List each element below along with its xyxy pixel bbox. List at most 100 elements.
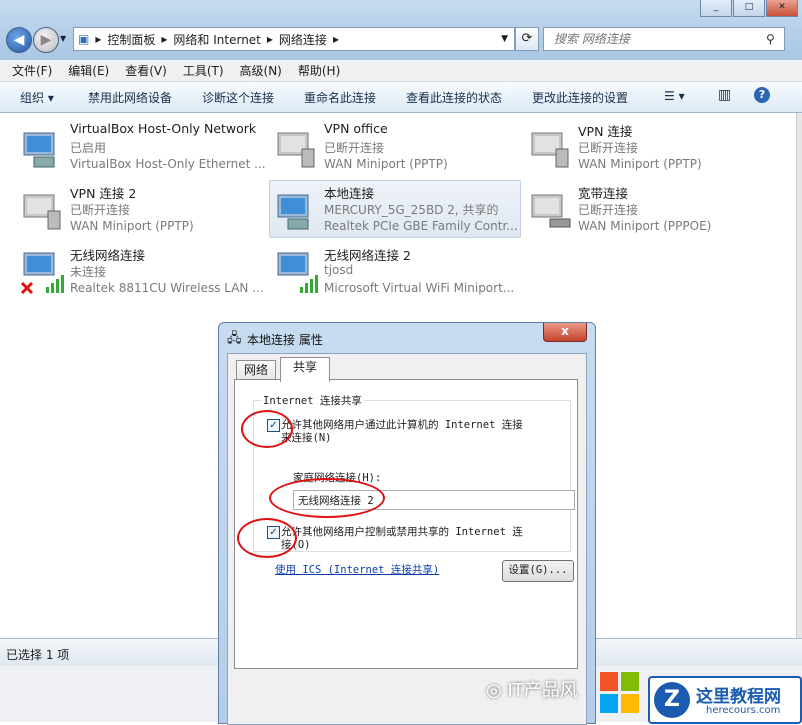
dialog-body: 网络 共享 Internet 连接共享 ✓ 允许其他网络用户通过此计算机的 In… bbox=[227, 353, 587, 725]
view-status-button[interactable]: 查看此连接的状态 bbox=[406, 89, 502, 106]
annotation-circle bbox=[241, 410, 293, 448]
breadcrumb-network-connections[interactable]: 网络连接 bbox=[279, 31, 327, 48]
group-title: Internet 连接共享 bbox=[261, 393, 364, 408]
minimize-button[interactable]: _ bbox=[700, 0, 732, 17]
connection-device: Microsoft Virtual WiFi Miniport... bbox=[324, 281, 515, 295]
breadcrumb-sep: ▸ bbox=[95, 32, 102, 46]
view-options-icon[interactable]: ☰ ▾ bbox=[664, 89, 685, 103]
change-settings-button[interactable]: 更改此连接的设置 bbox=[532, 89, 628, 106]
connection-status: tjosd bbox=[324, 263, 354, 277]
back-button[interactable]: ◀ bbox=[6, 27, 32, 53]
refresh-icon: ⟳ bbox=[521, 31, 533, 46]
vpn-icon bbox=[277, 132, 315, 168]
sharing-tab-page: Internet 连接共享 ✓ 允许其他网络用户通过此计算机的 Internet… bbox=[234, 379, 578, 669]
connection-status: MERCURY_5G_25BD 2, 共享的 bbox=[324, 203, 499, 217]
connection-vpn-office[interactable]: VPN office 已断开连接 WAN Miniport (PPTP) bbox=[270, 119, 520, 175]
annotation-circle bbox=[269, 478, 385, 518]
connection-name: VPN 连接 2 bbox=[70, 186, 137, 201]
connection-wireless-2[interactable]: 无线网络连接 2 tjosd Microsoft Virtual WiFi Mi… bbox=[270, 243, 520, 299]
site-watermark-logo: Z 这里教程网 herecours.com bbox=[648, 676, 802, 724]
close-icon: x bbox=[561, 324, 569, 338]
connection-status: 已断开连接 bbox=[578, 203, 639, 217]
wireless-icon bbox=[277, 252, 318, 293]
brand-logo-icon: Z bbox=[654, 682, 690, 718]
network-adapter-icon bbox=[277, 194, 309, 230]
connection-name: 无线网络连接 2 bbox=[324, 248, 411, 263]
breadcrumb-network-internet[interactable]: 网络和 Internet bbox=[173, 31, 260, 48]
breadcrumb-sep: ▸ bbox=[266, 32, 273, 46]
arrow-right-icon: ▶ bbox=[40, 32, 52, 48]
vpn-icon bbox=[531, 132, 569, 168]
diagnose-button[interactable]: 诊断这个连接 bbox=[202, 89, 274, 106]
brand-url: herecours.com bbox=[706, 705, 781, 716]
connection-device: Realtek 8811CU Wireless LAN ... bbox=[70, 281, 264, 295]
maximize-button[interactable]: □ bbox=[733, 0, 765, 17]
control-panel-icon: ▣ bbox=[78, 32, 90, 46]
search-input[interactable] bbox=[552, 31, 766, 47]
recent-pages-dropdown[interactable]: ▼ bbox=[60, 34, 66, 43]
connection-status: 未连接 bbox=[70, 265, 107, 279]
menu-view[interactable]: 查看(V) bbox=[125, 62, 167, 79]
menu-tools[interactable]: 工具(T) bbox=[183, 62, 224, 79]
connection-device: WAN Miniport (PPTP) bbox=[578, 157, 702, 171]
connection-device: WAN Miniport (PPPOE) bbox=[578, 219, 712, 233]
connection-device: WAN Miniport (PPTP) bbox=[70, 219, 194, 233]
menu-help[interactable]: 帮助(H) bbox=[298, 62, 340, 79]
preview-pane-icon[interactable]: ▥ bbox=[718, 87, 731, 103]
vpn-icon bbox=[23, 194, 61, 230]
status-text: 已选择 1 项 bbox=[6, 648, 70, 662]
settings-button[interactable]: 设置(G)... bbox=[502, 560, 574, 582]
connection-local-selected[interactable]: 本地连接 MERCURY_5G_25BD 2, 共享的 Realtek PCIe… bbox=[269, 180, 521, 238]
connection-name: VirtualBox Host-Only Network bbox=[70, 121, 257, 136]
connection-status: 已断开连接 bbox=[324, 141, 385, 155]
vertical-scrollbar[interactable] bbox=[796, 113, 802, 638]
wireless-disconnected-icon bbox=[20, 252, 64, 295]
menu-edit[interactable]: 编辑(E) bbox=[68, 62, 109, 79]
brand-name: 这里教程网 bbox=[696, 687, 781, 707]
connection-vpn[interactable]: VPN 连接 已断开连接 WAN Miniport (PPTP) bbox=[524, 119, 774, 175]
refresh-button[interactable]: ⟳ bbox=[515, 27, 539, 51]
tab-sharing[interactable]: 共享 bbox=[280, 357, 330, 382]
rename-button[interactable]: 重命名此连接 bbox=[304, 89, 376, 106]
search-icon[interactable]: ⚲ bbox=[766, 32, 775, 46]
annotation-circle bbox=[237, 518, 297, 558]
dialog-close-button[interactable]: x bbox=[543, 323, 587, 342]
command-bar: 组织 ▾ 禁用此网络设备 诊断这个连接 重命名此连接 查看此连接的状态 更改此连… bbox=[0, 82, 802, 113]
ics-help-link[interactable]: 使用 ICS (Internet 连接共享) bbox=[275, 562, 439, 577]
connection-vpn-2[interactable]: VPN 连接 2 已断开连接 WAN Miniport (PPTP) bbox=[16, 181, 266, 237]
connection-device: VirtualBox Host-Only Ethernet ... bbox=[70, 157, 266, 171]
wechat-watermark: ◎ IT产品风 bbox=[486, 680, 578, 701]
address-dropdown-icon[interactable]: ▼ bbox=[501, 34, 508, 44]
dialog-title: 本地连接 属性 bbox=[247, 333, 323, 347]
network-adapter-icon: 🖧 bbox=[227, 331, 242, 346]
menu-file[interactable]: 文件(F) bbox=[12, 62, 52, 79]
explorer-titlebar: _ □ ✕ ◀ ▶ ▼ ▣ ▸ 控制面板 ▸ 网络和 Internet ▸ 网络… bbox=[0, 0, 802, 61]
address-bar[interactable]: ▣ ▸ 控制面板 ▸ 网络和 Internet ▸ 网络连接 ▸ ▼ bbox=[73, 27, 515, 51]
connection-wireless[interactable]: 无线网络连接 未连接 Realtek 8811CU Wireless LAN .… bbox=[16, 243, 266, 299]
connection-status: 已断开连接 bbox=[578, 141, 639, 155]
connection-name: VPN office bbox=[324, 121, 388, 136]
tab-network[interactable]: 网络 bbox=[236, 360, 276, 381]
menu-bar: 文件(F) 编辑(E) 查看(V) 工具(T) 高级(N) 帮助(H) bbox=[0, 60, 802, 82]
forward-button[interactable]: ▶ bbox=[33, 27, 59, 53]
close-window-button[interactable]: ✕ bbox=[766, 0, 798, 17]
connection-name: 无线网络连接 bbox=[70, 248, 146, 263]
windows-logo-icon bbox=[600, 672, 639, 713]
network-adapter-icon bbox=[23, 132, 55, 168]
menu-advanced[interactable]: 高级(N) bbox=[240, 62, 282, 79]
connection-device: WAN Miniport (PPTP) bbox=[324, 157, 448, 171]
connection-device: Realtek PCIe GBE Family Contr... bbox=[324, 219, 518, 233]
organize-label: 组织 bbox=[20, 91, 45, 105]
connection-status: 已启用 bbox=[70, 141, 107, 155]
organize-button[interactable]: 组织 ▾ bbox=[20, 89, 54, 106]
connection-broadband[interactable]: 宽带连接 已断开连接 WAN Miniport (PPPOE) bbox=[524, 181, 774, 237]
arrow-left-icon: ◀ bbox=[13, 32, 25, 48]
search-box[interactable]: ⚲ bbox=[543, 27, 785, 51]
connection-virtualbox[interactable]: VirtualBox Host-Only Network 已启用 Virtual… bbox=[16, 119, 266, 175]
breadcrumb-sep: ▸ bbox=[161, 32, 168, 46]
connection-name: VPN 连接 bbox=[578, 124, 633, 139]
broadband-icon bbox=[531, 194, 571, 228]
disable-device-button[interactable]: 禁用此网络设备 bbox=[88, 89, 172, 106]
breadcrumb-control-panel[interactable]: 控制面板 bbox=[107, 31, 155, 48]
help-icon[interactable]: ? bbox=[754, 87, 770, 103]
